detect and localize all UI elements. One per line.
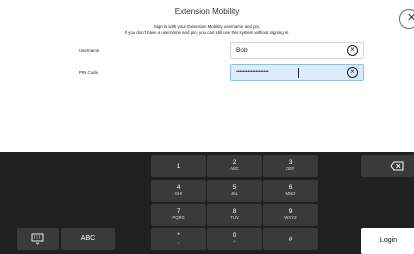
key-7[interactable]: 7 PQRS	[151, 204, 206, 226]
close-icon: ✕	[407, 12, 414, 24]
key-0[interactable]: 0 +	[207, 228, 262, 250]
pin-field[interactable]: •••••••••••••••••••• ×	[230, 64, 364, 81]
keyboard-icon	[31, 233, 44, 245]
username-label: Username	[79, 48, 100, 53]
pin-value: ••••••••••••••••••••	[236, 69, 269, 75]
key-star[interactable]: *,	[151, 228, 206, 250]
key-6[interactable]: 6 MNO	[263, 180, 318, 202]
backspace-button[interactable]	[361, 155, 414, 177]
key-1[interactable]: 1	[151, 155, 206, 177]
login-button[interactable]: Login	[361, 228, 414, 254]
pin-label: PIN Code	[79, 70, 99, 75]
abc-button[interactable]: ABC	[61, 228, 115, 250]
key-8[interactable]: 8 TUV	[207, 204, 262, 226]
backspace-icon	[390, 161, 404, 171]
text-cursor	[298, 68, 299, 78]
username-field[interactable]: Bob ×	[230, 42, 364, 59]
key-2[interactable]: 2 ABC	[207, 155, 262, 177]
username-value: Bob	[236, 47, 248, 54]
dialog-subtitle-line1: Sign in with your Extension Mobility use…	[153, 24, 261, 29]
dialog-subtitle-line2: If you don't have a username and pin, yo…	[124, 30, 290, 35]
key-9[interactable]: 9 WXYZ	[263, 204, 318, 226]
close-button[interactable]: ✕	[399, 9, 414, 29]
keyboard-button[interactable]	[17, 228, 59, 250]
keypad: 1 2 ABC 3 DEF 4 GHI 5 JKL 6 MNO 7 PQRS 8 TUV 9W…	[0, 152, 414, 254]
key-3[interactable]: 3 DEF	[263, 155, 318, 177]
dialog-title: Extension Mobility	[174, 7, 240, 16]
key-hash[interactable]: #	[263, 228, 318, 250]
key-4[interactable]: 4 GHI	[151, 180, 206, 202]
key-5[interactable]: 5 JKL	[207, 180, 262, 202]
clear-icon[interactable]: ×	[347, 67, 358, 78]
clear-icon[interactable]: ×	[347, 45, 358, 56]
sign-in-panel: Extension Mobility Sign in with your Ext…	[0, 0, 414, 152]
